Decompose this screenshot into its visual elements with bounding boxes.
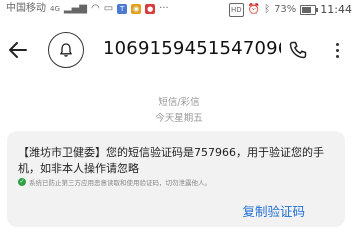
alarm-icon: ⏰: [247, 4, 261, 15]
hd-badge: HD: [228, 3, 244, 17]
phone-icon: [289, 41, 307, 59]
signal-icon: ▂▄▆: [63, 3, 87, 14]
date-separator: 今天星期五: [155, 113, 203, 124]
more-vert-icon: [335, 42, 339, 46]
notification-icon: ▭: [103, 3, 114, 14]
message-bubble[interactable]: 【潍坊市卫健委】您的短信验证码是757966，用于验证您的手机，如非本人操作请忽…: [7, 131, 345, 227]
copy-code-button[interactable]: 复制验证码: [242, 201, 305, 220]
battery-percent: 73%: [274, 4, 297, 15]
status-right: HD ⏰ ᛒ 73% 11:44: [228, 3, 352, 17]
security-note-text: 系统已防止第三方应用恶意读取和使用验证码，切勿泄露他人。: [29, 179, 211, 187]
battery-fill: [302, 7, 312, 13]
conversation-header: 1069159451547096: [0, 24, 358, 76]
back-button[interactable]: [4, 36, 32, 64]
app-notification-icon: T: [117, 4, 128, 14]
more-vert-icon: [335, 48, 339, 52]
bell-icon: [60, 43, 72, 57]
battery-icon: [300, 5, 319, 15]
bluetooth-icon: ᛒ: [264, 4, 271, 15]
message-body: 【潍坊市卫健委】您的短信验证码是757966，用于验证您的手机，如非本人操作请忽…: [18, 146, 324, 175]
more-options-button[interactable]: [327, 36, 347, 64]
more-notifications-icon: ···: [159, 3, 169, 14]
security-note: ✓ 系统已防止第三方应用恶意读取和使用验证码，切勿泄露他人。: [18, 177, 336, 187]
call-button[interactable]: [286, 38, 310, 62]
app-notification-icon: ●: [145, 4, 156, 14]
app-notification-icon: ◉: [131, 4, 142, 14]
more-vert-icon: [335, 54, 339, 58]
network-type: 4G: [50, 5, 60, 13]
carrier-label: 中国移动: [6, 3, 46, 14]
back-arrow-icon: [9, 42, 27, 58]
clock: 11:44: [320, 3, 352, 16]
status-left: 中国移动 4G ▂▄▆ ◠ ▭ T ◉ ● ···: [6, 3, 169, 15]
shield-check-icon: ✓: [18, 178, 26, 186]
notification-toggle-button[interactable]: [48, 32, 84, 68]
wifi-icon: ◠: [90, 3, 100, 14]
contact-number: 1069159451547096: [103, 38, 281, 59]
message-type-label: 短信/彩信: [158, 97, 200, 108]
status-bar: 中国移动 4G ▂▄▆ ◠ ▭ T ◉ ● ··· HD ⏰ ᛒ 73% 11:…: [0, 0, 358, 20]
